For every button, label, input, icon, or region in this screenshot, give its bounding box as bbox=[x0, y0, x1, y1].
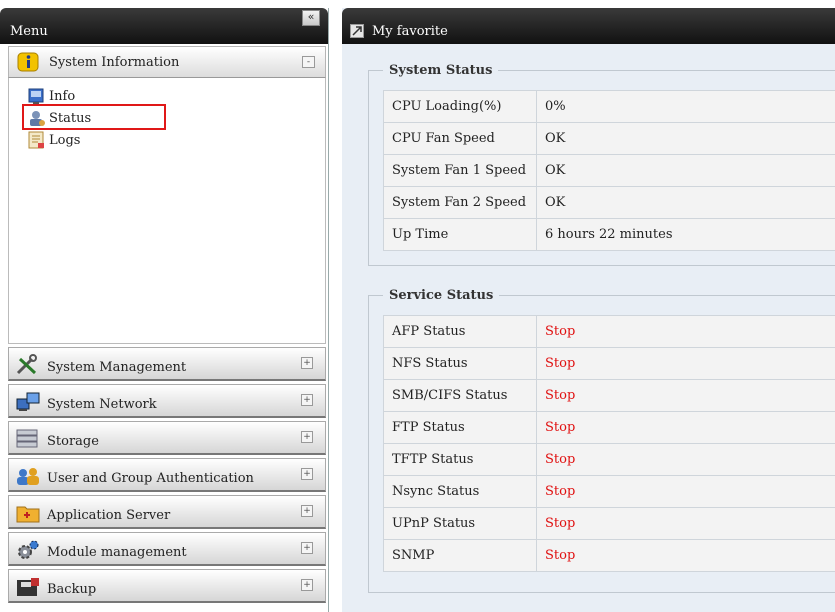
menu-header: Menu « bbox=[0, 8, 328, 44]
section-module-management[interactable]: Module management + bbox=[8, 532, 326, 566]
table-row: System Fan 1 Speed OK bbox=[383, 154, 835, 187]
section-system-management[interactable]: System Management + bbox=[8, 347, 326, 381]
service-key: FTP Status bbox=[383, 411, 537, 444]
service-status-legend: Service Status bbox=[389, 288, 494, 303]
expand-icon[interactable]: + bbox=[301, 431, 313, 443]
service-key: SNMP bbox=[383, 539, 537, 572]
service-value: Stop bbox=[536, 507, 835, 540]
status-icon bbox=[30, 111, 45, 126]
info-icon bbox=[28, 88, 44, 104]
section-backup[interactable]: Backup + bbox=[8, 569, 326, 603]
logs-icon bbox=[28, 131, 44, 149]
backup-icon bbox=[17, 578, 39, 596]
gears-icon bbox=[18, 540, 39, 559]
table-row: CPU Fan Speed OK bbox=[383, 122, 835, 155]
section-storage[interactable]: Storage + bbox=[8, 421, 326, 455]
service-status-group: Service Status AFP Status Stop NFS Statu… bbox=[368, 288, 835, 593]
service-value: Stop bbox=[536, 379, 835, 412]
expand-icon[interactable]: + bbox=[301, 357, 313, 369]
table-row: UPnP Status Stop bbox=[383, 507, 835, 540]
service-key: NFS Status bbox=[383, 347, 537, 380]
table-row: CPU Loading(%) 0% bbox=[383, 90, 835, 123]
system-status-group: System Status CPU Loading(%) 0% CPU Fan … bbox=[368, 63, 835, 266]
menu-title: Menu bbox=[10, 24, 48, 39]
favorite-page-icon bbox=[350, 24, 364, 38]
status-value: OK bbox=[536, 122, 835, 155]
collapse-menu-button[interactable]: « bbox=[302, 10, 320, 26]
expand-icon[interactable]: + bbox=[301, 394, 313, 406]
service-value: Stop bbox=[536, 443, 835, 476]
folder-icon bbox=[16, 506, 40, 523]
section-user-group-authentication[interactable]: User and Group Authentication + bbox=[8, 458, 326, 492]
status-value: OK bbox=[536, 186, 835, 219]
section-application-server[interactable]: Application Server + bbox=[8, 495, 326, 529]
status-key: Up Time bbox=[383, 218, 537, 251]
section-label: System Information bbox=[49, 55, 180, 70]
table-row: AFP Status Stop bbox=[383, 315, 835, 348]
table-row: System Fan 2 Speed OK bbox=[383, 186, 835, 219]
content-header: My favorite bbox=[342, 8, 835, 44]
status-key: System Fan 2 Speed bbox=[383, 186, 537, 219]
table-row: NFS Status Stop bbox=[383, 347, 835, 380]
table-row: SNMP Stop bbox=[383, 539, 835, 572]
table-row: TFTP Status Stop bbox=[383, 443, 835, 476]
content-panel: My favorite System Status CPU Loading(%)… bbox=[342, 8, 835, 612]
expand-icon[interactable]: + bbox=[301, 542, 313, 554]
tools-icon bbox=[16, 354, 37, 375]
menu-panel: Menu « System Information - Info Status … bbox=[0, 8, 329, 612]
section-system-network[interactable]: System Network + bbox=[8, 384, 326, 418]
section-system-information[interactable]: System Information - bbox=[8, 46, 326, 78]
service-value: Stop bbox=[536, 347, 835, 380]
system-information-tree: Info Status Logs bbox=[8, 78, 326, 344]
page-title: My favorite bbox=[372, 24, 448, 39]
service-key: UPnP Status bbox=[383, 507, 537, 540]
service-key: TFTP Status bbox=[383, 443, 537, 476]
expand-icon[interactable]: + bbox=[301, 579, 313, 591]
status-value: 0% bbox=[536, 90, 835, 123]
status-value: 6 hours 22 minutes bbox=[536, 218, 835, 251]
status-key: System Fan 1 Speed bbox=[383, 154, 537, 187]
expand-icon[interactable]: + bbox=[301, 468, 313, 480]
status-key: CPU Loading(%) bbox=[383, 90, 537, 123]
system-status-table: CPU Loading(%) 0% CPU Fan Speed OK Syste… bbox=[383, 90, 835, 251]
info-badge-icon bbox=[17, 52, 39, 72]
status-value: OK bbox=[536, 154, 835, 187]
service-key: Nsync Status bbox=[383, 475, 537, 508]
users-icon bbox=[17, 468, 39, 485]
service-status-table: AFP Status Stop NFS Status Stop SMB/CIFS… bbox=[383, 315, 835, 572]
service-value: Stop bbox=[536, 411, 835, 444]
table-row: FTP Status Stop bbox=[383, 411, 835, 444]
storage-icon bbox=[16, 429, 38, 448]
expand-icon[interactable]: + bbox=[301, 505, 313, 517]
network-icon bbox=[16, 392, 40, 411]
service-value: Stop bbox=[536, 475, 835, 508]
service-key: SMB/CIFS Status bbox=[383, 379, 537, 412]
service-value: Stop bbox=[536, 539, 835, 572]
table-row: Up Time 6 hours 22 minutes bbox=[383, 218, 835, 251]
collapse-section-icon[interactable]: - bbox=[302, 56, 315, 68]
service-key: AFP Status bbox=[383, 315, 537, 348]
table-row: Nsync Status Stop bbox=[383, 475, 835, 508]
status-key: CPU Fan Speed bbox=[383, 122, 537, 155]
system-status-legend: System Status bbox=[389, 63, 493, 78]
table-row: SMB/CIFS Status Stop bbox=[383, 379, 835, 412]
service-value: Stop bbox=[536, 315, 835, 348]
